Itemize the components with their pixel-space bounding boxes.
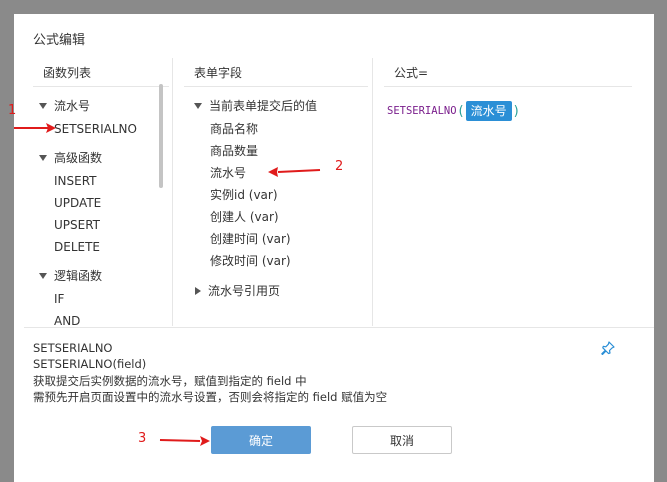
pin-icon[interactable]: [601, 341, 615, 355]
functions-column-header: 函数列表: [43, 66, 92, 80]
field-group-current-values[interactable]: 当前表单提交后的值: [194, 97, 317, 115]
dialog-title: 公式编辑: [33, 33, 86, 48]
function-item-update[interactable]: UPDATE: [54, 194, 101, 212]
fields-column-header: 表单字段: [194, 66, 243, 80]
annotation-number-1: 1: [8, 103, 17, 118]
description-signature: SETSERIALNO(field): [33, 357, 147, 371]
caret-right-icon: [195, 286, 201, 295]
formula-header-divider: [384, 86, 632, 87]
function-item-delete[interactable]: DELETE: [54, 238, 100, 256]
annotation-arrow-1: [14, 123, 56, 133]
formula-field-tag[interactable]: 流水号: [465, 101, 512, 121]
caret-down-icon: [194, 102, 202, 109]
field-item-creator[interactable]: 创建人 (var): [210, 208, 279, 226]
field-item-modified-time[interactable]: 修改时间 (var): [210, 252, 291, 270]
field-item-product-quantity[interactable]: 商品数量: [210, 142, 258, 160]
column-separator: [172, 58, 173, 326]
formula-editor[interactable]: SETSERIALNO ( 流水号 ): [387, 100, 521, 122]
function-item-insert[interactable]: INSERT: [54, 172, 97, 190]
function-group-advanced[interactable]: 高级函数: [39, 149, 102, 167]
column-separator: [372, 58, 373, 326]
function-group-serial[interactable]: 流水号: [39, 97, 90, 115]
annotation-number-2: 2: [335, 159, 344, 174]
function-item-if[interactable]: IF: [54, 290, 64, 308]
annotation-arrow-2: [268, 167, 321, 177]
ok-button[interactable]: 确定: [211, 426, 311, 454]
description-function-name: SETSERIALNO: [33, 341, 113, 355]
description-text: 获取提交后实例数据的流水号，赋值到指定的 field 中: [33, 374, 307, 388]
field-item-serial-number[interactable]: 流水号: [210, 164, 246, 182]
caret-down-icon: [39, 102, 47, 109]
annotation-number-3: 3: [138, 431, 147, 446]
formula-function-name: SETSERIALNO: [387, 105, 457, 117]
field-item-product-name[interactable]: 商品名称: [210, 120, 258, 138]
field-group-serial-reference[interactable]: 流水号引用页: [195, 282, 280, 300]
description-divider: [24, 327, 654, 328]
formula-open-paren: (: [458, 103, 464, 119]
function-list-scrollbar[interactable]: [159, 84, 163, 188]
annotation-arrow-3: [159, 436, 210, 446]
functions-header-divider: [33, 86, 169, 87]
formula-editor-dialog: 公式编辑 函数列表 表单字段 公式= 流水号 SETSERIALNO 高级函数 …: [14, 14, 654, 482]
field-item-created-time[interactable]: 创建时间 (var): [210, 230, 291, 248]
function-group-logic[interactable]: 逻辑函数: [39, 267, 102, 285]
formula-column-header: 公式=: [394, 66, 429, 80]
function-item-setserialno[interactable]: SETSERIALNO: [54, 120, 137, 138]
function-item-upsert[interactable]: UPSERT: [54, 216, 100, 234]
caret-down-icon: [39, 154, 47, 161]
formula-close-paren: ): [513, 103, 519, 119]
caret-down-icon: [39, 272, 47, 279]
field-item-instance-id[interactable]: 实例id (var): [210, 186, 278, 204]
fields-header-divider: [184, 86, 368, 87]
description-note: 需预先开启页面设置中的流水号设置，否则会将指定的 field 赋值为空: [33, 390, 388, 404]
cancel-button[interactable]: 取消: [352, 426, 452, 454]
